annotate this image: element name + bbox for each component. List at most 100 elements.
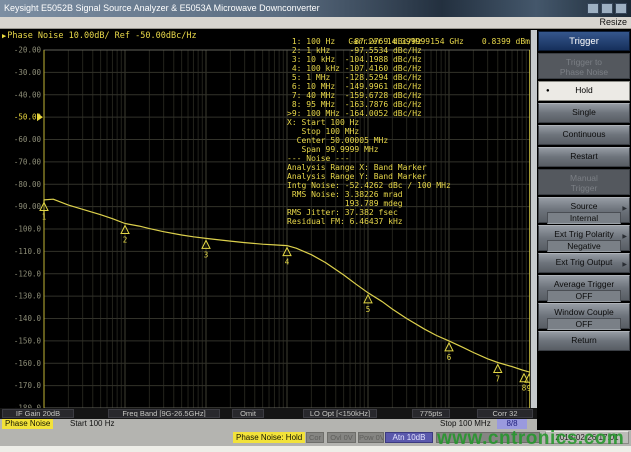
readout-line: 2: 1 kHz -97.5534 dBc/Hz	[287, 46, 451, 55]
hw-status-775pts: 775pts	[412, 409, 450, 418]
phase-noise-graph: -20.00-30.00-40.00-50.00-60.00-70.00-80.…	[0, 30, 537, 408]
status-bar-hardware: IF Gain 20dBFreq Band [9G-26.5GHz]OmitLO…	[0, 408, 537, 419]
submenu-arrow-icon: ▶	[622, 233, 627, 240]
svg-text:-160.0: -160.0	[14, 359, 42, 368]
svg-text:-60.00: -60.00	[14, 135, 42, 144]
measurement-mode-badge: Phase Noise	[2, 419, 53, 429]
svg-text:5: 5	[366, 305, 371, 314]
readout-line: X: Start 100 Hz	[287, 118, 451, 127]
readout-line: >9: 100 MHz -164.0052 dBc/Hz	[287, 109, 451, 118]
svg-text:-90.00: -90.00	[14, 202, 42, 211]
marker-readout: 1: 100 Hz -87.2769 dBc/Hz 2: 1 kHz -97.5…	[287, 37, 451, 226]
trigger-state-badge: Phase Noise: Hold	[233, 432, 305, 443]
menu-item-label: Restart	[539, 151, 629, 161]
selected-bullet-icon: ●	[546, 88, 550, 94]
readout-line: Residual FM: 6.46437 kHz	[287, 217, 451, 226]
svg-text:-70.00: -70.00	[14, 157, 42, 166]
readout-line: 5: 1 MHz -128.5294 dBc/Hz	[287, 73, 451, 82]
readout-line: RMS Jitter: 37.382 fsec	[287, 208, 451, 217]
svg-text:-170.0: -170.0	[14, 381, 42, 390]
readout-line: RMS Noise: 3.38226 mrad	[287, 190, 451, 199]
menu-item-manual: ManualTrigger	[538, 169, 630, 195]
submenu-arrow-icon: ▶	[622, 261, 627, 268]
hw-status-if-gain-20db: IF Gain 20dB	[2, 409, 74, 418]
svg-text:6: 6	[447, 353, 452, 362]
window-title: Keysight E5052B Signal Source Analyzer &…	[4, 3, 320, 13]
trace-marker-5[interactable]: 5	[364, 295, 372, 314]
menu-item-source[interactable]: SourceInternal▶	[538, 197, 630, 223]
submenu-arrow-icon: ▶	[622, 205, 627, 212]
readout-line: 3: 10 kHz -104.1988 dBc/Hz	[287, 55, 451, 64]
softkey-menu: Trigger Trigger toPhase NoiseHold●Single…	[537, 30, 631, 430]
menu-item-label: Average Trigger	[539, 279, 629, 289]
trace-marker-2[interactable]: 2	[121, 226, 129, 245]
menu-item-label: Continuous	[539, 129, 629, 139]
menu-item-restart[interactable]: Restart	[538, 147, 630, 167]
watermark-text: www.cntronics.com	[437, 428, 624, 450]
menu-item-continuous[interactable]: Continuous	[538, 125, 630, 145]
readout-line: --- Noise ---	[287, 154, 451, 163]
resize-button[interactable]: Resize	[599, 17, 627, 27]
menu-item-ext-trig-output[interactable]: Ext Trig Output▶	[538, 253, 630, 273]
readout-line: 6: 10 MHz -149.9961 dBc/Hz	[287, 82, 451, 91]
hw-status-lo-opt-150khz-: LO Opt [<150kHz]	[303, 409, 377, 418]
hw-status-omit: Omit	[232, 409, 264, 418]
menu-item-return[interactable]: Return	[538, 331, 630, 351]
readout-line: Analysis Range Y: Band Marker	[287, 172, 451, 181]
window-titlebar[interactable]: Keysight E5052B Signal Source Analyzer &…	[0, 0, 631, 17]
trace-marker-1[interactable]: 1	[40, 203, 48, 222]
menu-item-label2: Trigger	[539, 183, 629, 193]
svg-text:1: 1	[42, 213, 47, 222]
trace-marker-6[interactable]: 6	[445, 343, 453, 362]
menu-item-label: Trigger to	[539, 57, 629, 67]
plot-menu-divider	[530, 30, 537, 408]
svg-text:-130.0: -130.0	[14, 292, 42, 301]
svg-text:-100.0: -100.0	[14, 225, 42, 234]
menu-item-label2: Phase Noise	[539, 67, 629, 77]
svg-text:-20.00: -20.00	[14, 46, 42, 55]
svg-text:-120.0: -120.0	[14, 269, 42, 278]
svg-text:-140.0: -140.0	[14, 314, 42, 323]
phase-noise-plot[interactable]: -20.00-30.00-40.00-50.00-60.00-70.00-80.…	[0, 30, 537, 408]
status-flag-pow-0v: Pow 0V	[358, 432, 384, 443]
menu-item-label: Single	[539, 107, 629, 117]
close-button[interactable]	[615, 3, 627, 14]
trace-marker-3[interactable]: 3	[202, 240, 210, 259]
maximize-button[interactable]	[601, 3, 613, 14]
readout-line: Intg Noise: -52.4262 dBc / 100 MHz	[287, 181, 451, 190]
hw-status-corr-32: Corr 32	[477, 409, 533, 418]
menu-item-average-trigger[interactable]: Average TriggerOFF	[538, 275, 630, 301]
menu-item-hold[interactable]: Hold●	[538, 81, 630, 101]
menu-item-label: Source	[539, 201, 629, 211]
menu-item-label: Return	[539, 335, 629, 345]
svg-text:-40.00: -40.00	[14, 90, 42, 99]
readout-line: Stop 100 MHz	[287, 127, 451, 136]
menu-item-list: Trigger toPhase NoiseHold●SingleContinuo…	[537, 53, 631, 351]
menu-item-trigger-to: Trigger toPhase Noise	[538, 53, 630, 79]
readout-line: 193.789 mdeg	[287, 199, 451, 208]
trace-marker-4[interactable]: 4	[283, 248, 291, 267]
readout-line: Analysis Range X: Band Marker	[287, 163, 451, 172]
menu-item-ext-trig-polarity[interactable]: Ext Trig PolarityNegative▶	[538, 225, 630, 251]
readout-line: 8: 95 MHz -163.7876 dBc/Hz	[287, 100, 451, 109]
menu-item-label: Hold	[539, 85, 629, 95]
svg-text:-110.0: -110.0	[14, 247, 42, 256]
svg-text:4: 4	[285, 258, 290, 267]
minimize-button[interactable]	[587, 3, 599, 14]
menu-item-value: Negative	[547, 240, 621, 252]
sweep-start-label: Start 100 Hz	[70, 419, 114, 429]
svg-text:-30.00: -30.00	[14, 68, 42, 77]
menu-item-label: Window Couple	[539, 307, 629, 317]
menu-item-label: Manual	[539, 173, 629, 183]
trace-marker-7[interactable]: 7	[494, 365, 502, 384]
resize-bar: Resize	[0, 17, 631, 29]
menu-item-value: OFF	[547, 290, 621, 302]
readout-line: Center 50.00005 MHz	[287, 136, 451, 145]
svg-text:7: 7	[496, 375, 501, 384]
menu-item-single[interactable]: Single	[538, 103, 630, 123]
svg-text:-80.00: -80.00	[14, 180, 42, 189]
svg-text:3: 3	[204, 250, 209, 259]
svg-text:-150.0: -150.0	[14, 336, 42, 345]
menu-item-window-couple[interactable]: Window CoupleOFF	[538, 303, 630, 329]
attenuator-badge: Atn 10dB	[385, 432, 433, 443]
